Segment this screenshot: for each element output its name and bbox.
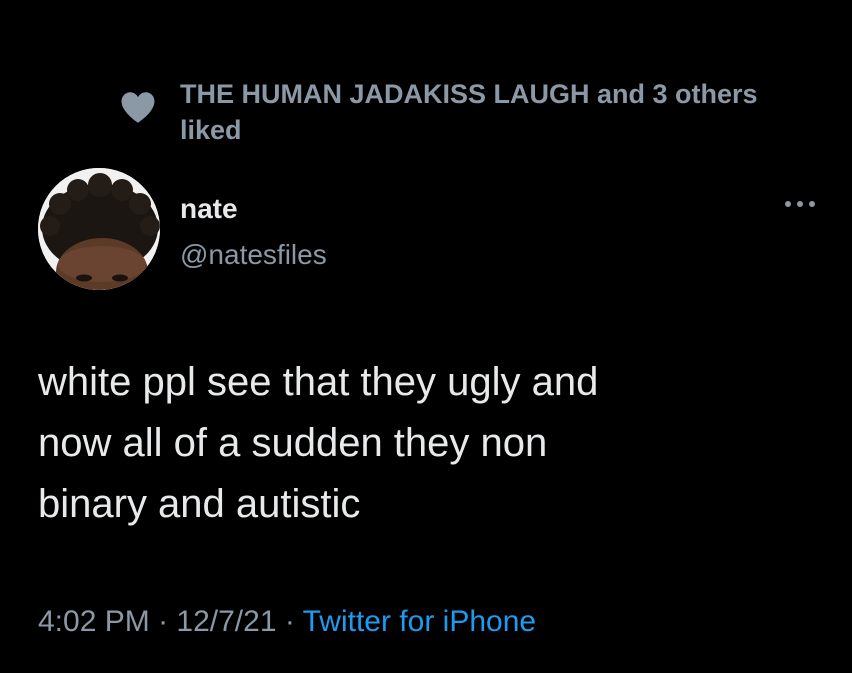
author-handle[interactable]: @natesfiles	[180, 238, 327, 272]
tweet-date[interactable]: 12/7/21	[176, 605, 276, 638]
avatar-image	[38, 168, 160, 290]
tweet-card: THE HUMAN JADAKISS LAUGH and 3 others li…	[0, 0, 852, 673]
more-dots-icon[interactable]	[782, 198, 818, 210]
tweet-time[interactable]: 4:02 PM	[38, 605, 150, 638]
meta-separator: ·	[276, 605, 303, 638]
social-context-text: THE HUMAN JADAKISS LAUGH and 3 others li…	[180, 79, 758, 145]
avatar[interactable]	[38, 168, 160, 290]
tweet-source-link[interactable]: Twitter for iPhone	[303, 605, 536, 638]
tweet-meta: 4:02 PM · 12/7/21 · Twitter for iPhone	[38, 602, 818, 642]
author-row: nate @natesfiles	[38, 168, 818, 294]
author-name[interactable]: nate	[180, 192, 238, 226]
heart-icon	[121, 92, 155, 123]
tweet-text: white ppl see that they ugly and now all…	[38, 360, 599, 526]
meta-separator: ·	[149, 605, 177, 638]
